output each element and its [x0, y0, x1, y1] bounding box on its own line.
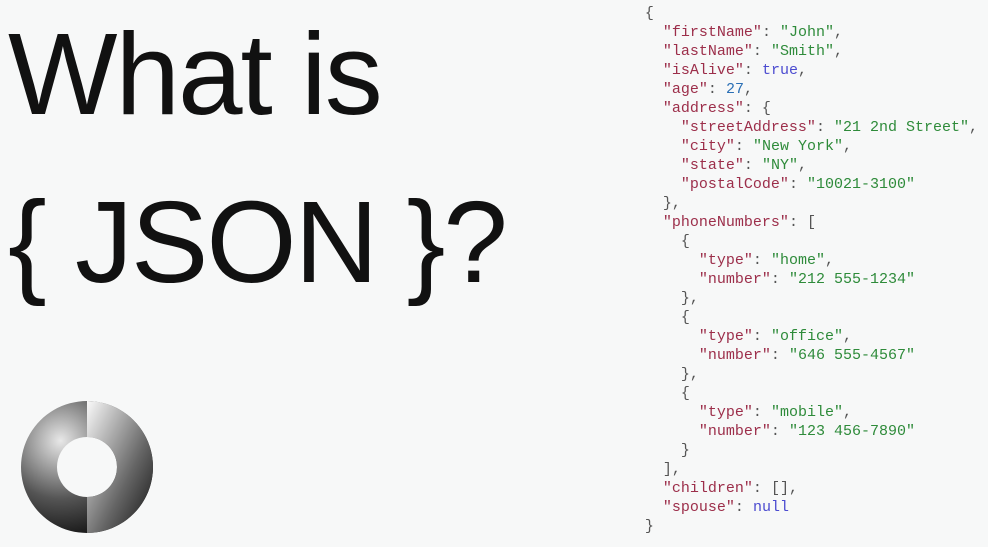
- code-key: "children": [663, 480, 753, 497]
- code-key: "address": [663, 100, 744, 117]
- code-val: "mobile": [771, 404, 843, 421]
- code-val: "Smith": [771, 43, 834, 60]
- code-val: "123 456-7890": [789, 423, 915, 440]
- code-key: "city": [681, 138, 735, 155]
- json-logo-icon: [12, 392, 162, 542]
- code-val: "10021-3100": [807, 176, 915, 193]
- code-key: "streetAddress": [681, 119, 816, 136]
- code-key: "spouse": [663, 499, 735, 516]
- code-val: "646 555-4567": [789, 347, 915, 364]
- headline: What is { JSON }?: [8, 0, 506, 326]
- code-key: "type": [699, 252, 753, 269]
- code-key: "isAlive": [663, 62, 744, 79]
- json-code-block: { "firstName": "John", "lastName": "Smit…: [645, 4, 978, 536]
- code-key: "type": [699, 404, 753, 421]
- code-key: "number": [699, 347, 771, 364]
- code-val: null: [753, 499, 789, 516]
- code-val: "21 2nd Street": [834, 119, 969, 136]
- code-key: "age": [663, 81, 708, 98]
- code-val: 27: [726, 81, 744, 98]
- code-val: "office": [771, 328, 843, 345]
- code-val: "home": [771, 252, 825, 269]
- code-key: "state": [681, 157, 744, 174]
- code-key: "postalCode": [681, 176, 789, 193]
- code-key: "type": [699, 328, 753, 345]
- code-val: true: [762, 62, 798, 79]
- code-val: "New York": [753, 138, 843, 155]
- code-key: "firstName": [663, 24, 762, 41]
- code-key: "phoneNumbers": [663, 214, 789, 231]
- code-key: "lastName": [663, 43, 753, 60]
- code-key: "number": [699, 271, 771, 288]
- code-val: "John": [780, 24, 834, 41]
- code-val: []: [771, 480, 789, 497]
- headline-line2: { JSON }?: [8, 177, 506, 307]
- headline-line1: What is: [8, 9, 381, 139]
- code-val: "212 555-1234": [789, 271, 915, 288]
- code-key: "number": [699, 423, 771, 440]
- code-val: "NY": [762, 157, 798, 174]
